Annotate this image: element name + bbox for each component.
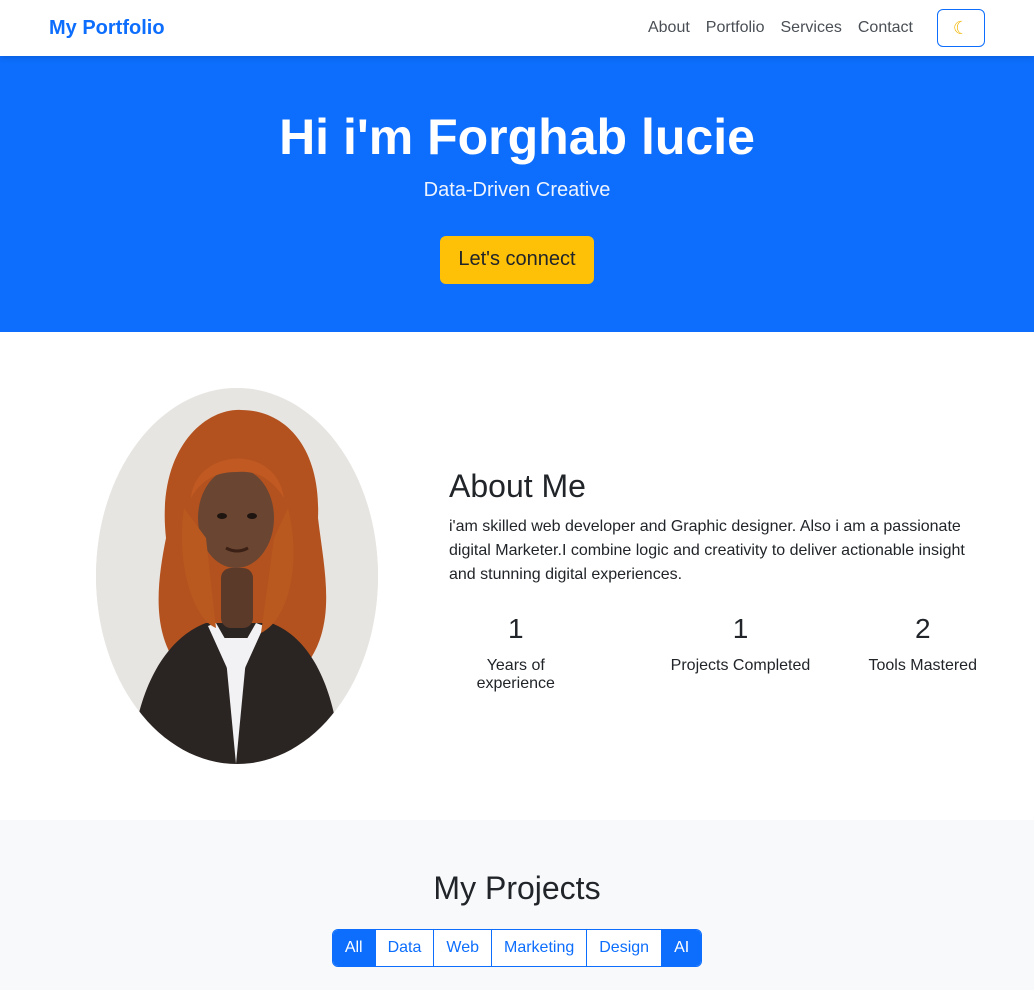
stat-label: Years of experience bbox=[476, 656, 555, 692]
filter-web-button[interactable]: Web bbox=[433, 930, 491, 966]
about-section: About Me i'am skilled web developer and … bbox=[0, 332, 1034, 820]
nav-link-about[interactable]: About bbox=[648, 19, 690, 37]
projects-heading: My Projects bbox=[433, 870, 601, 906]
stat-label: Tools Mastered bbox=[868, 656, 977, 674]
connect-button[interactable]: Let's connect bbox=[440, 236, 594, 284]
filter-data-button[interactable]: Data bbox=[374, 930, 434, 966]
hero-subtitle: Data-Driven Creative bbox=[423, 179, 611, 201]
navbar: My Portfolio About Portfolio Services Co… bbox=[0, 0, 1034, 56]
theme-toggle-button[interactable]: ☾ bbox=[937, 9, 985, 47]
filter-marketing-button[interactable]: Marketing bbox=[491, 930, 587, 966]
about-description: i'am skilled web developer and Graphic d… bbox=[449, 517, 965, 583]
stat-value: 1 bbox=[732, 612, 749, 644]
moon-icon: ☾ bbox=[952, 17, 970, 38]
stat-tools: 2 Tools Mastered bbox=[856, 613, 989, 693]
about-content: About Me i'am skilled web developer and … bbox=[449, 468, 989, 693]
profile-photo bbox=[96, 388, 378, 764]
nav-link-contact[interactable]: Contact bbox=[858, 19, 913, 37]
nav-link-services[interactable]: Services bbox=[781, 19, 842, 37]
project-filter-group: All Data Web Marketing Design AI bbox=[331, 929, 703, 967]
stat-label: Projects Completed bbox=[670, 656, 811, 674]
projects-section: My Projects All Data Web Marketing Desig… bbox=[0, 820, 1034, 990]
stat-value: 1 bbox=[507, 612, 524, 644]
filter-design-button[interactable]: Design bbox=[586, 930, 662, 966]
stat-value: 2 bbox=[914, 612, 931, 644]
stat-projects: 1 Projects Completed bbox=[660, 613, 822, 693]
stat-years: 1 Years of experience bbox=[449, 613, 583, 693]
filter-ai-button[interactable]: AI bbox=[661, 930, 702, 966]
nav-link-portfolio[interactable]: Portfolio bbox=[706, 19, 765, 37]
stats-row: 1 Years of experience 1 Projects Complet… bbox=[449, 613, 989, 693]
filter-all-button[interactable]: All bbox=[332, 930, 375, 966]
hero-section: Hi i'm Forghab lucie Data-Driven Creativ… bbox=[0, 56, 1034, 332]
brand-link[interactable]: My Portfolio bbox=[49, 17, 165, 40]
nav-menu: About Portfolio Services Contact ☾ bbox=[648, 9, 985, 47]
about-heading: About Me bbox=[449, 467, 586, 504]
hero-title: Hi i'm Forghab lucie bbox=[279, 109, 755, 165]
